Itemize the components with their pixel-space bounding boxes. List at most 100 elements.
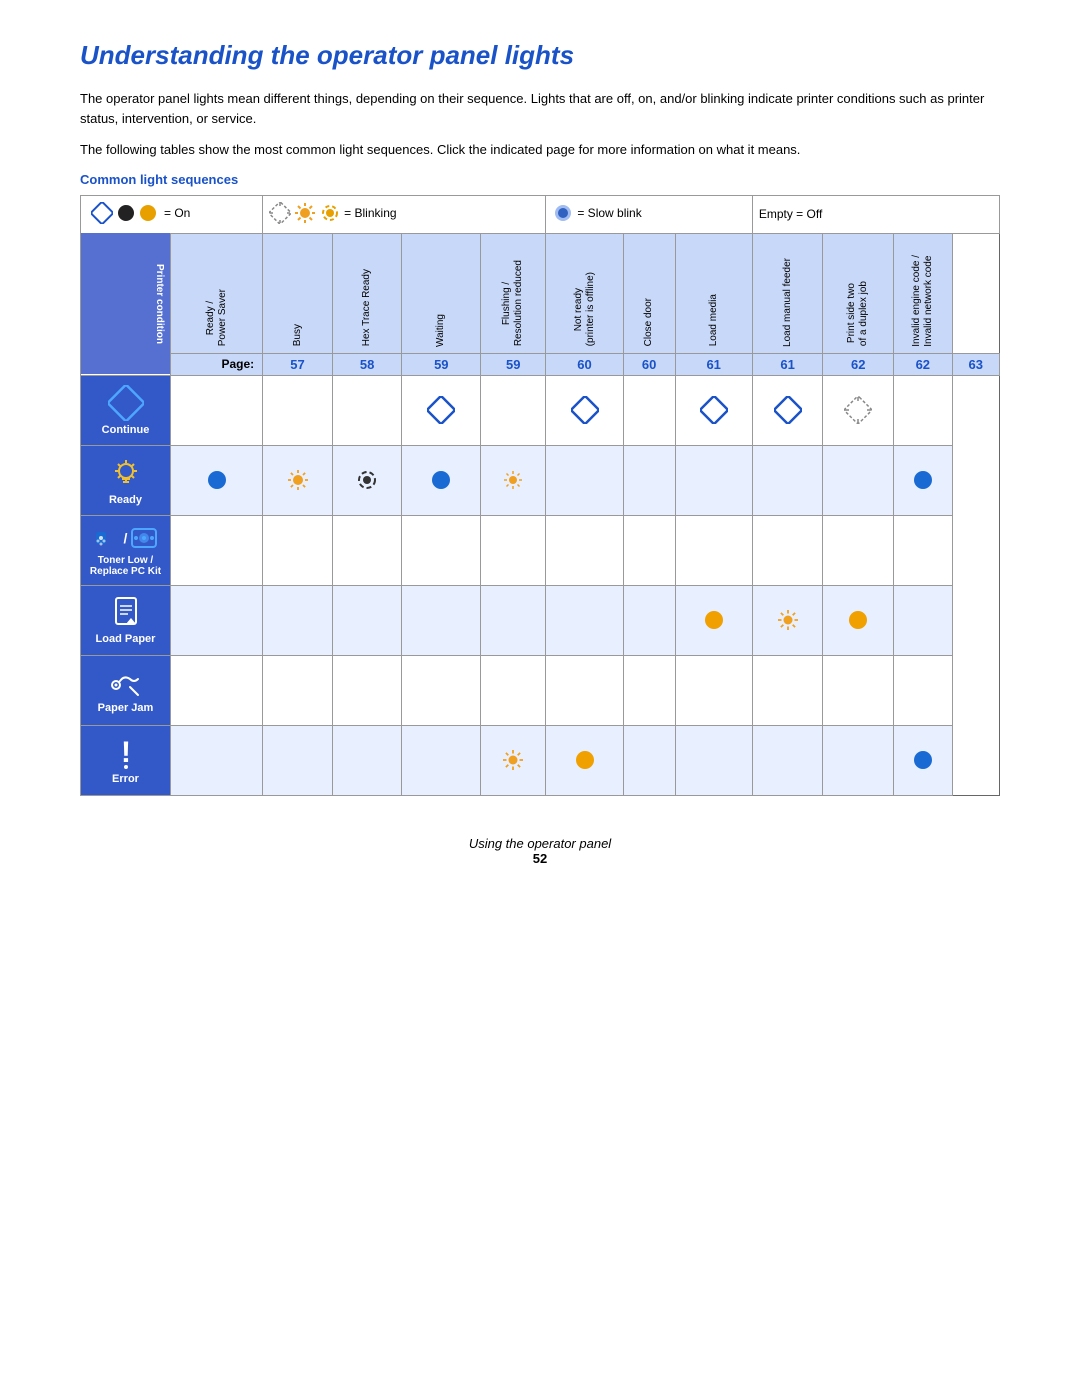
legend-row: = On [81, 195, 1000, 233]
toner-label-cell: / Toner Low /Replace PC Kit [81, 515, 171, 585]
continue-col10 [823, 375, 894, 445]
diamond-blink-icon [844, 396, 872, 424]
diamond-on-3-icon [700, 396, 728, 424]
pc-kit-icon [130, 524, 158, 552]
continue-col1 [171, 375, 263, 445]
blue-dot2-icon [431, 470, 451, 490]
page-title: Understanding the operator panel lights [80, 40, 1000, 71]
error-col5 [481, 725, 546, 795]
continue-col9 [752, 375, 823, 445]
paper-jam-col5 [481, 655, 546, 725]
page-59a[interactable]: 59 [402, 353, 481, 375]
blink-label: = Blinking [344, 206, 396, 220]
slow-blink-icons: = Slow blink [552, 202, 641, 224]
yellow-on-icon [139, 204, 157, 222]
toner-col2 [263, 515, 333, 585]
circle-on-icon [117, 204, 135, 222]
load-paper-col8 [675, 585, 752, 655]
toner-col4 [402, 515, 481, 585]
error-col2 [263, 725, 333, 795]
col-header-5: Flushing /Resolution reduced [481, 233, 546, 353]
ready-col3 [332, 445, 402, 515]
continue-on-icon [91, 202, 113, 224]
page-62a[interactable]: 62 [823, 353, 894, 375]
continue-col11 [894, 375, 953, 445]
page-61b[interactable]: 61 [752, 353, 823, 375]
slow-blink-label: = Slow blink [577, 206, 641, 220]
blue-dot3-icon [913, 470, 933, 490]
page-57[interactable]: 57 [263, 353, 333, 375]
blink-diamond-icon [269, 202, 291, 224]
toner-col3 [332, 515, 402, 585]
footer: Using the operator panel 52 [80, 836, 1000, 866]
continue-label-cell: Continue [81, 375, 171, 445]
column-header-row: Printer condition Ready /Power Saver Bus… [81, 233, 1000, 353]
ready-col6 [546, 445, 623, 515]
paper-jam-col4 [402, 655, 481, 725]
ready-label-cell: Ready [81, 445, 171, 515]
error-col3 [332, 725, 402, 795]
printer-condition-header: Printer condition [81, 233, 171, 375]
paper-jam-label-cell: Paper Jam [81, 655, 171, 725]
ready-row: Ready [81, 445, 1000, 515]
error-col11 [894, 725, 953, 795]
toner-col1 [171, 515, 263, 585]
ready-col9 [752, 445, 823, 515]
blink-yellow-icon [319, 202, 341, 224]
page-60a[interactable]: 60 [546, 353, 623, 375]
continue-col2 [263, 375, 333, 445]
on-label: = On [164, 206, 190, 220]
continue-col4 [402, 375, 481, 445]
toner-col10 [823, 515, 894, 585]
page-60b[interactable]: 60 [623, 353, 675, 375]
blink-sun-err-icon [502, 749, 524, 771]
ready-col7 [623, 445, 675, 515]
col-header-6: Not ready(printer is offline) [546, 233, 623, 353]
on-icons: = On [91, 202, 190, 224]
ready-col5 [481, 445, 546, 515]
paper-jam-col1 [171, 655, 263, 725]
paper-jam-text: Paper Jam [98, 702, 154, 714]
error-icon: ! [112, 736, 140, 770]
page-62b[interactable]: 62 [894, 353, 953, 375]
blue-dot-icon [207, 470, 227, 490]
toner-col9 [752, 515, 823, 585]
page-63[interactable]: 63 [952, 353, 999, 375]
page-59b[interactable]: 59 [481, 353, 546, 375]
blink-sun-ready-icon [286, 468, 310, 492]
page-58[interactable]: 58 [332, 353, 402, 375]
error-label-cell: ! Error [81, 725, 171, 795]
paper-jam-col2 [263, 655, 333, 725]
error-col10 [823, 725, 894, 795]
paper-jam-col10 [823, 655, 894, 725]
col-header-9: Load manual feeder [752, 233, 823, 353]
toner-col7 [623, 515, 675, 585]
continue-col8 [675, 375, 752, 445]
blue-err-icon [913, 750, 933, 770]
yellow-on-lp-icon [704, 610, 724, 630]
continue-text: Continue [102, 424, 150, 436]
continue-col3 [332, 375, 402, 445]
ready-col8 [675, 445, 752, 515]
intro-paragraph-1: The operator panel lights mean different… [80, 89, 1000, 128]
load-paper-col5 [481, 585, 546, 655]
diamond-on-icon [427, 396, 455, 424]
load-paper-col1 [171, 585, 263, 655]
paper-jam-col8 [675, 655, 752, 725]
error-col4 [402, 725, 481, 795]
light-sequences-table: = On [80, 195, 1000, 796]
error-col1 [171, 725, 263, 795]
load-paper-col9 [752, 585, 823, 655]
load-paper-col2 [263, 585, 333, 655]
col-header-2: Busy [263, 233, 333, 353]
toner-col5 [481, 515, 546, 585]
page-61a[interactable]: 61 [675, 353, 752, 375]
ready-col4 [402, 445, 481, 515]
toner-col11 [894, 515, 953, 585]
yellow-on-lp2-icon [848, 610, 868, 630]
empty-label: Empty = Off [759, 207, 822, 221]
continue-col6 [546, 375, 623, 445]
load-paper-col3 [332, 585, 402, 655]
load-paper-col10 [823, 585, 894, 655]
svg-text:!: ! [121, 736, 131, 769]
